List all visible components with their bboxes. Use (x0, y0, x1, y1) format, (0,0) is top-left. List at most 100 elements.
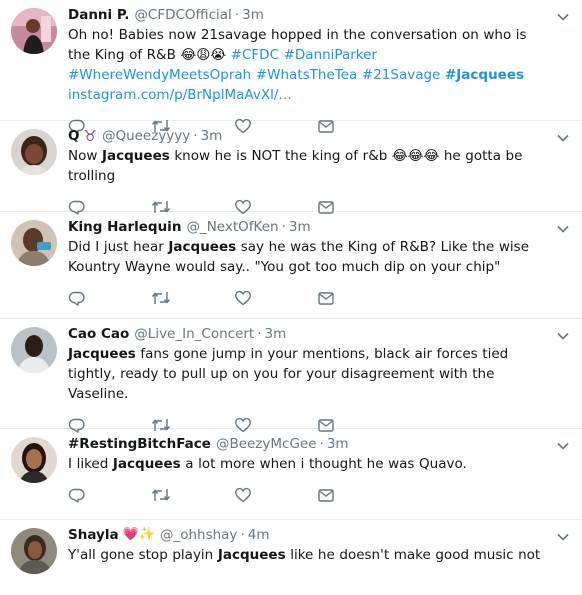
hashtag-link[interactable]: #21Savage (362, 67, 440, 83)
avatar[interactable] (11, 437, 57, 483)
separator-dot: · (319, 436, 324, 452)
message-icon (318, 292, 334, 305)
tweet-text: Now Jacquees know he is NOT the king of … (68, 146, 552, 186)
reply-icon (68, 488, 85, 503)
avatar[interactable] (11, 8, 57, 54)
text-segment: a lot more when i thought he was Quavo. (180, 456, 467, 472)
retweet-icon (151, 489, 171, 501)
url-link[interactable]: instagram.com/p/BrNplMaAvXl/… (68, 87, 292, 103)
tweet-header: Shayla 💗✨ @_ohhshay · 4m (68, 526, 552, 544)
avatar[interactable] (11, 129, 57, 175)
highlighted-keyword: Jacquees (68, 346, 136, 362)
avatar[interactable] (11, 220, 57, 266)
hashtag-link[interactable]: #WhereWendyMeetsOprah (68, 67, 251, 83)
tweet-text: Did I just hear Jacquees say he was the … (68, 237, 552, 277)
like-button[interactable] (234, 288, 317, 308)
retweet-button[interactable] (151, 288, 234, 308)
tweet[interactable]: Danni P. @CFDCOfficial · 3m Oh no! Babie… (0, 0, 582, 134)
emoji: 😂 (407, 148, 424, 164)
separator-dot: · (281, 219, 286, 235)
reply-button[interactable] (68, 288, 151, 308)
user-handle[interactable]: @Live_In_Concert (134, 325, 254, 343)
tweet-header: Cao Cao @Live_In_Concert · 3m (68, 325, 552, 343)
separator-dot: · (240, 527, 245, 543)
display-name[interactable]: Cao Cao (68, 325, 129, 343)
tweet-feed: Danni P. @CFDCOfficial · 3m Oh no! Babie… (0, 0, 582, 595)
timestamp[interactable]: 3m (327, 435, 349, 453)
like-icon (235, 290, 251, 306)
timestamp[interactable]: 3m (242, 6, 264, 24)
highlighted-keyword: Jacquees (217, 547, 286, 563)
display-name[interactable]: #RestingBitchFace (68, 435, 211, 453)
retweet-button[interactable] (151, 485, 234, 505)
tweet-text: Y'all gone stop playin Jacquees like he … (68, 545, 552, 565)
message-icon (318, 489, 334, 502)
emoji: 😭 (210, 47, 227, 63)
user-handle[interactable]: @BeezyMcGee (216, 435, 317, 453)
separator-dot: · (234, 7, 240, 23)
taurus-badge-icon: ♉ (83, 127, 97, 145)
chevron-down-icon[interactable] (556, 329, 570, 343)
text-segment: like he doesn't make good music not (285, 547, 541, 563)
tweet-text: Jacquees fans gone jump in your mentions… (68, 344, 552, 404)
tweet-actions (68, 478, 552, 512)
display-name[interactable]: Danni P. (68, 6, 129, 24)
highlighted-keyword: Jacquees (102, 148, 170, 164)
retweet-icon (151, 292, 171, 304)
emoji: 😩 (196, 47, 211, 63)
emoji: 😂 (391, 148, 408, 164)
hashtag-link[interactable]: #CFDC (231, 47, 279, 63)
chevron-down-icon[interactable] (556, 10, 570, 24)
highlighted-keyword: Jacquees (168, 239, 237, 255)
chevron-down-icon[interactable] (556, 439, 570, 453)
tweet[interactable]: Shayla 💗✨ @_ohhshay · 4m Y'all gone stop… (0, 520, 582, 595)
timestamp[interactable]: 3m (201, 127, 223, 145)
user-handle[interactable]: @_ohhshay (160, 526, 237, 544)
timestamp[interactable]: 3m (289, 218, 311, 236)
heart-sparkle-badge-icon: 💗✨ (122, 527, 155, 542)
tweet-text: Oh no! Babies now 21savage hopped in the… (68, 25, 552, 105)
tweet-header: Danni P. @CFDCOfficial · 3m (68, 6, 552, 24)
text-segment: Did I just hear (68, 239, 169, 255)
chevron-down-icon[interactable] (556, 530, 570, 544)
text-segment: I liked (68, 456, 113, 472)
tweet-header: #RestingBitchFace @BeezyMcGee · 3m (68, 435, 552, 453)
text-segment: Now (68, 148, 102, 164)
reply-icon (68, 291, 85, 306)
hashtag-link[interactable]: #DanniParker (284, 47, 377, 63)
text-segment: know he is NOT the king of r&b (169, 148, 392, 164)
timestamp[interactable]: 3m (265, 325, 287, 343)
chevron-down-icon[interactable] (556, 222, 570, 236)
direct-message-button[interactable] (317, 485, 400, 505)
tweet[interactable]: Cao Cao @Live_In_Concert · 3m Jacquees f… (0, 319, 582, 433)
chevron-down-icon[interactable] (556, 131, 570, 145)
tweet-header: King Harlequin @_NextOfKen · 3m (68, 218, 552, 236)
user-handle[interactable]: @CFDCOfficial (134, 6, 231, 24)
tweet-text: I liked Jacquees a lot more when i thoug… (68, 454, 552, 474)
display-name[interactable]: Shayla (68, 526, 119, 544)
user-handle[interactable]: @Queezyyyy (102, 127, 190, 145)
hashtag-link[interactable]: #WhatsTheTea (256, 67, 357, 83)
emoji: 😂 (423, 148, 440, 164)
tweet[interactable]: Q ♉ @Queezyyyy · 3m Now Jacquees know he… (0, 121, 582, 215)
separator-dot: · (193, 128, 198, 144)
display-name[interactable]: Q (68, 127, 79, 145)
separator-dot: · (257, 326, 262, 342)
hashtag-link[interactable]: #Jacquees (445, 67, 524, 83)
tweet-actions (68, 281, 552, 315)
display-name[interactable]: King Harlequin (68, 218, 181, 236)
timestamp[interactable]: 4m (248, 526, 270, 544)
like-icon (235, 487, 251, 503)
tweet[interactable]: King Harlequin @_NextOfKen · 3m Did I ju… (0, 212, 582, 319)
tweet-header: Q ♉ @Queezyyyy · 3m (68, 127, 552, 145)
direct-message-button[interactable] (317, 288, 400, 308)
tweet[interactable]: #RestingBitchFace @BeezyMcGee · 3m I lik… (0, 429, 582, 520)
highlighted-keyword: Jacquees (112, 456, 181, 472)
text-segment: Y'all gone stop playin (68, 547, 218, 563)
avatar[interactable] (11, 528, 57, 574)
user-handle[interactable]: @_NextOfKen (186, 218, 278, 236)
like-button[interactable] (234, 485, 317, 505)
avatar[interactable] (11, 327, 57, 373)
emoji: 😂 (180, 47, 197, 63)
reply-button[interactable] (68, 485, 151, 505)
